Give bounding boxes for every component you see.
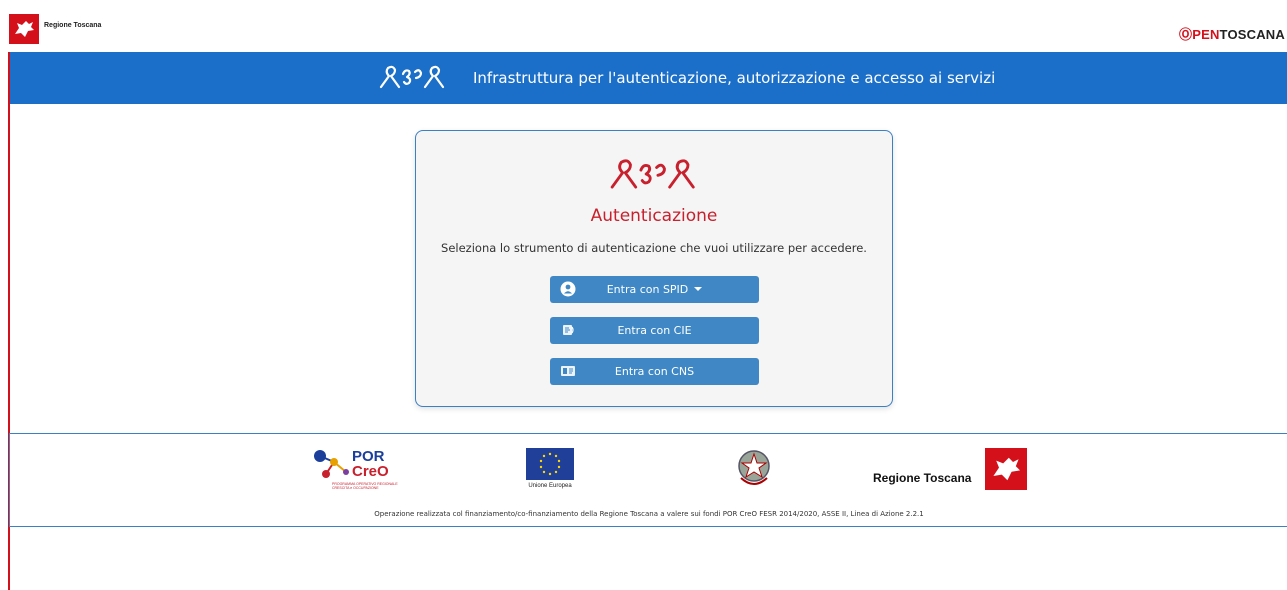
eu-logo: Unione Europea — [525, 448, 575, 490]
brand-pen: PEN — [1192, 27, 1220, 42]
regione-toscana-logo[interactable] — [9, 14, 39, 44]
pegasus-logo-icon — [15, 21, 34, 37]
brand-o: Ⓞ — [1179, 27, 1193, 42]
spid-login-button[interactable]: Entra con SPID — [550, 276, 759, 303]
band-title: Infrastruttura per l'autenticazione, aut… — [473, 69, 996, 87]
caret-down-icon — [694, 287, 703, 291]
cie-button-label: Entra con CIE — [617, 324, 692, 337]
por-subtitle: PROGRAMMA OPERATIVO REGIONALE CRESCITA e… — [332, 482, 398, 490]
arpa-logo-icon — [379, 65, 445, 89]
eu-label: Unione Europea — [528, 483, 572, 489]
italian-emblem-icon — [735, 446, 773, 490]
creo-text: CreO — [352, 463, 389, 480]
opentoscana-logo[interactable]: ⓄPENTOSCANA — [1179, 24, 1285, 43]
eu-flag-icon — [526, 448, 574, 480]
footer-region-name: Regione Toscana — [873, 471, 972, 485]
spid-label-text: Entra con SPID — [606, 283, 689, 296]
pegasus-logo-icon — [993, 457, 1020, 481]
por-creo-logo: POR CreO PROGRAMMA OPERATIVO REGIONALE C… — [312, 448, 402, 494]
auth-subtitle: Seleziona lo strumento di autenticazione… — [441, 241, 867, 255]
funding-note: Operazione realizzata col finanziamento/… — [374, 510, 924, 518]
top-header: Regione Toscana ⓄPENTOSCANA — [0, 0, 1287, 52]
funding-footer: POR CreO PROGRAMMA OPERATIVO REGIONALE C… — [9, 433, 1287, 527]
auth-title: Autenticazione — [590, 206, 718, 226]
auth-card: Autenticazione Seleziona lo strumento di… — [415, 130, 893, 407]
title-band: Infrastruttura per l'autenticazione, aut… — [10, 52, 1287, 104]
por-text: POR — [352, 448, 385, 465]
cns-login-button[interactable]: Entra con CNS — [550, 358, 759, 385]
footer-regione-logo — [985, 448, 1027, 490]
arpa-logo-icon — [610, 159, 695, 189]
cns-button-label: Entra con CNS — [614, 365, 695, 378]
spid-button-label: Entra con SPID — [550, 283, 759, 296]
brand-toscana: TOSCANA — [1219, 27, 1285, 42]
por-network-icon — [314, 450, 349, 478]
cie-login-button[interactable]: Entra con CIE — [550, 317, 759, 344]
region-name: Regione Toscana — [44, 22, 102, 29]
